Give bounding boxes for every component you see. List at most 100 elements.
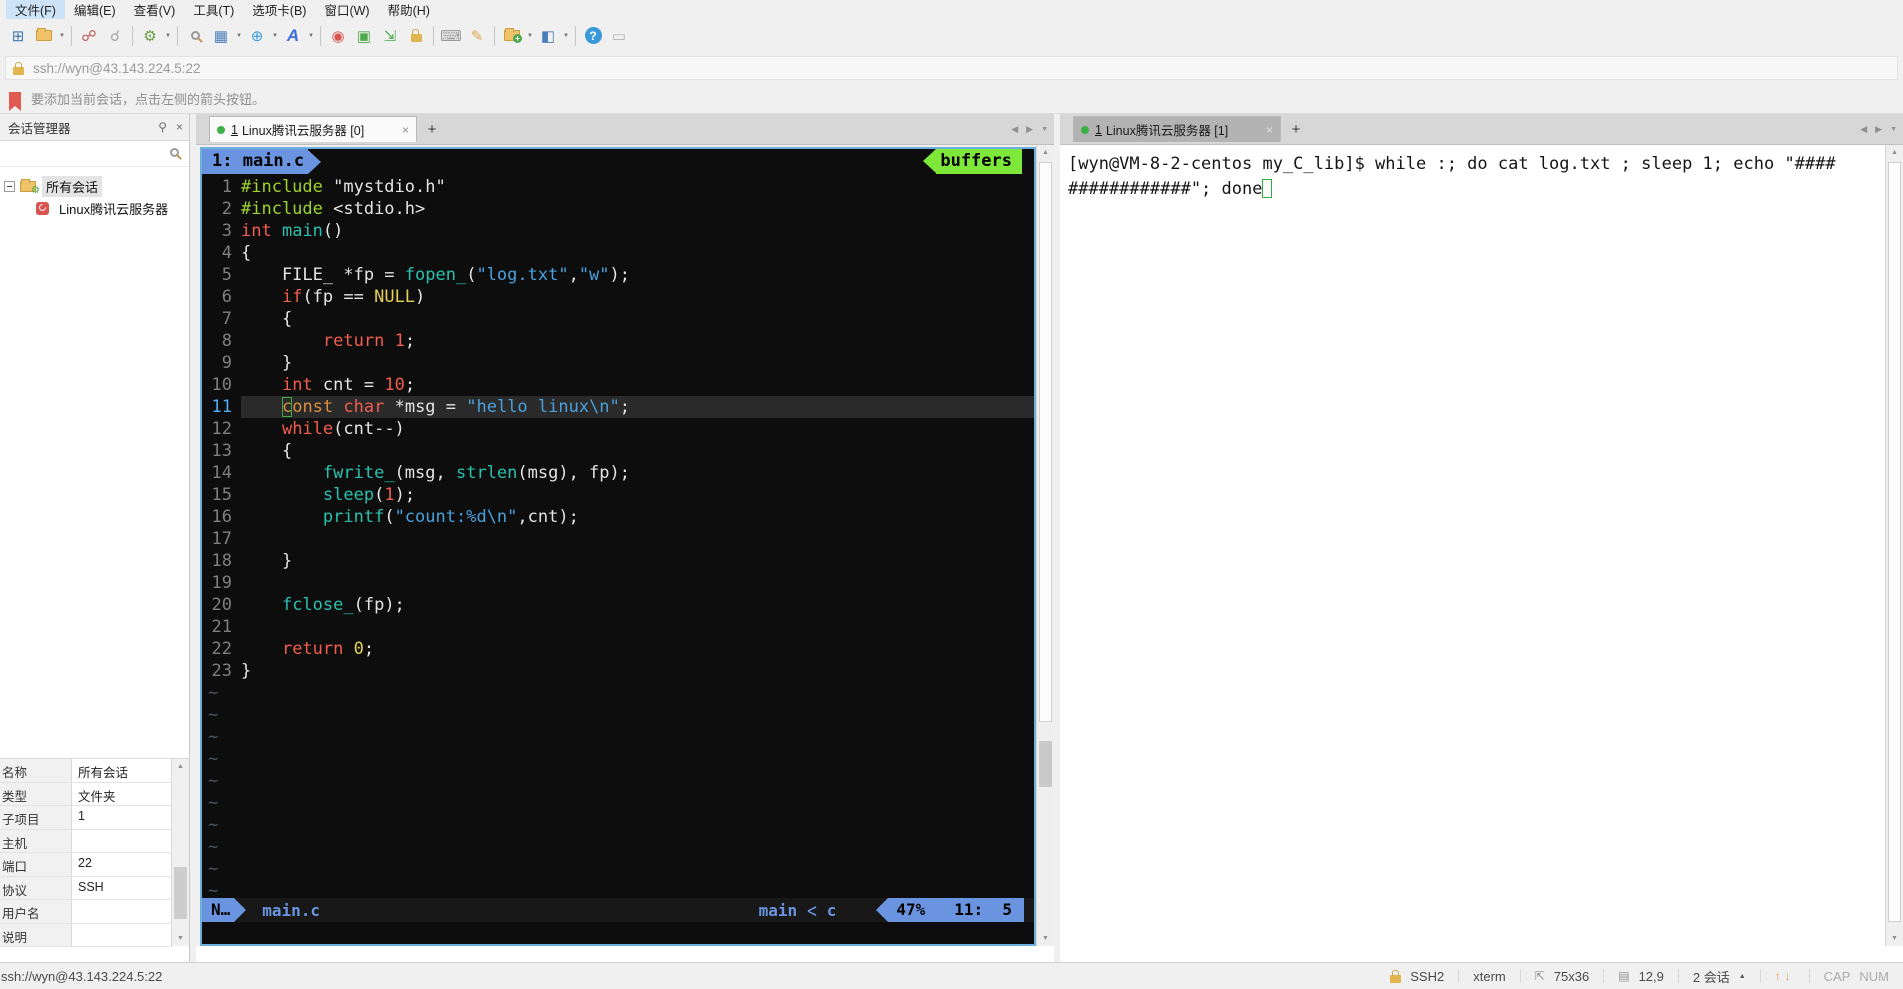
vim-filetype: c (826, 900, 837, 920)
bash-terminal[interactable]: [wyn@VM-8-2-centos my_C_lib]$ while :; d… (1060, 145, 1885, 946)
scroll-down-icon[interactable]: ▼ (1037, 931, 1054, 946)
line-number: 12 (211, 419, 232, 439)
status-session-count[interactable]: 2 会话 (1693, 967, 1730, 986)
scrollbar-thumb[interactable] (1039, 162, 1052, 722)
num-lock-indicator: NUM (1859, 968, 1889, 984)
line-number: 17 (211, 529, 232, 549)
new-folder-icon[interactable]: + (500, 24, 524, 48)
chat-icon[interactable]: ▭ (607, 24, 631, 48)
property-value[interactable] (72, 900, 172, 923)
font-icon[interactable]: A (281, 24, 305, 48)
window-split-icon-dropdown[interactable]: ▼ (561, 33, 571, 39)
keyboard-icon[interactable]: ⌨ (439, 24, 463, 48)
pin-icon[interactable]: ⚲ (158, 120, 167, 134)
web-icon[interactable]: ⊕ (245, 24, 269, 48)
tree-item-all-sessions[interactable]: ⚙ 所有会话 (0, 175, 189, 197)
menu-tab[interactable]: 选项卡(B) (243, 0, 315, 20)
vim-code-area[interactable]: 1 #include "mystdio.h" 2 #include <stdio.h>… (202, 174, 1034, 902)
property-row: 主机 (0, 829, 172, 853)
vim-branch-filetype: main < c (759, 897, 837, 923)
new-session-icon[interactable]: ⊞ (6, 24, 30, 48)
window-split-icon[interactable]: ◧ (536, 24, 560, 48)
vim-code-line: 21 (202, 616, 1034, 638)
tree-item-session[interactable]: Linux腾讯云服务器 (0, 197, 189, 219)
tab-close-icon[interactable]: × (1260, 123, 1273, 137)
scroll-up-icon[interactable]: ▲ (1886, 145, 1903, 160)
vim-tilde-line: ~ (208, 727, 219, 747)
property-value[interactable]: 22 (72, 853, 172, 876)
address-input[interactable]: ssh://wyn@43.143.224.5:22 (5, 56, 1898, 80)
menu-help[interactable]: 帮助(H) (379, 0, 439, 20)
menu-window[interactable]: 窗口(W) (315, 0, 378, 20)
package-icon[interactable]: ▣ (352, 24, 376, 48)
new-tab-button[interactable]: + (422, 119, 442, 139)
cursor-position-icon: ▤ (1618, 969, 1630, 983)
vim-code-line: 19 (202, 572, 1034, 594)
status-protocol: SSH2 (1410, 968, 1445, 984)
session-search-input[interactable] (0, 141, 189, 167)
layout-icon-dropdown[interactable]: ▼ (234, 33, 244, 39)
scroll-up-icon[interactable]: ▲ (1037, 145, 1054, 160)
fullscreen-icon[interactable]: ⇲ (378, 24, 402, 48)
highlighter-icon[interactable]: ✎ (465, 24, 489, 48)
scroll-up-down-icons[interactable]: ↑↓ (1775, 969, 1795, 983)
scrollbar-thumb[interactable] (174, 867, 187, 919)
tab-close-icon[interactable]: × (396, 123, 409, 137)
session-properties-icon[interactable]: ⚙ (138, 24, 162, 48)
tab-scroll-right-icon[interactable]: ▶ (1875, 124, 1882, 135)
find-icon[interactable] (183, 24, 207, 48)
scroll-up-icon[interactable]: ▲ (172, 759, 189, 774)
property-value[interactable]: 文件夹 (72, 782, 172, 805)
layout-icon[interactable]: ▦ (209, 24, 233, 48)
web-icon-dropdown[interactable]: ▼ (270, 33, 280, 39)
menu-view[interactable]: 查看(V) (125, 0, 185, 20)
session-properties-icon-dropdown[interactable]: ▼ (163, 33, 173, 39)
right-terminal-scrollbar[interactable]: ▲ ▼ (1885, 145, 1903, 946)
menu-file[interactable]: 文件(F) (6, 0, 65, 20)
close-icon[interactable]: × (176, 120, 183, 134)
add-session-arrow-icon[interactable] (9, 91, 21, 111)
menu-tools[interactable]: 工具(T) (184, 0, 243, 20)
reconnect-icon[interactable]: ☌ (103, 24, 127, 48)
left-terminal-scrollbar[interactable]: ▲ ▼ (1036, 145, 1054, 946)
new-folder-icon-dropdown[interactable]: ▼ (525, 33, 535, 39)
new-tab-button[interactable]: + (1286, 119, 1306, 139)
property-value[interactable]: 所有会话 (72, 759, 172, 782)
tree-expand-icon[interactable] (4, 180, 15, 192)
tab-menu-icon[interactable]: ▼ (1890, 126, 1897, 133)
scrollbar-thumb[interactable] (1888, 162, 1901, 922)
open-session-icon-dropdown[interactable]: ▼ (57, 33, 67, 39)
line-number: 23 (211, 661, 232, 681)
scrollbar-thumb-marker[interactable] (1039, 741, 1052, 787)
scroll-down-icon[interactable]: ▼ (1886, 931, 1903, 946)
tab-scroll-right-icon[interactable]: ▶ (1026, 124, 1033, 135)
vim-code-line: 18 } (202, 550, 1034, 572)
menu-bar: 文件(F) 编辑(E) 查看(V) 工具(T) 选项卡(B) 窗口(W) 帮助(H) (0, 0, 1903, 20)
help-icon[interactable]: ? (581, 24, 605, 48)
ssh-lock-icon (1390, 969, 1402, 983)
vim-code-line: 1 #include "mystdio.h" (202, 176, 1034, 198)
status-terminal-type[interactable]: xterm (1473, 969, 1506, 984)
session-tab-left[interactable]: 1 Linux腾讯云服务器 [0] × (209, 116, 417, 142)
lock-icon[interactable] (404, 24, 428, 48)
vim-buffer-tab[interactable]: 1: main.c (202, 149, 309, 174)
scroll-down-icon[interactable]: ▼ (172, 931, 189, 946)
font-icon-dropdown[interactable]: ▼ (306, 33, 316, 39)
property-value[interactable] (72, 923, 172, 946)
tab-scroll-left-icon[interactable]: ◀ (1011, 124, 1018, 135)
vim-terminal[interactable]: 1: main.c buffers 1 #include "mystdio.h" 2… (200, 147, 1036, 946)
tab-scroll-left-icon[interactable]: ◀ (1860, 124, 1867, 135)
record-icon[interactable]: ◉ (326, 24, 350, 48)
disconnect-icon[interactable]: ☍ (77, 24, 101, 48)
tab-menu-icon[interactable]: ▼ (1041, 126, 1048, 133)
open-session-icon[interactable] (32, 24, 56, 48)
menu-edit[interactable]: 编辑(E) (65, 0, 125, 20)
property-value[interactable]: SSH (72, 876, 172, 899)
vim-code-line: 9 } (202, 352, 1034, 374)
session-count-caret-icon[interactable]: ▲ (1739, 973, 1746, 980)
separator-angle-icon: < (807, 897, 817, 923)
property-value[interactable]: 1 (72, 806, 172, 829)
property-value[interactable] (72, 829, 172, 852)
session-tab-right[interactable]: 1 Linux腾讯云服务器 [1] × (1073, 116, 1281, 142)
properties-scrollbar[interactable]: ▲ ▼ (171, 758, 189, 946)
